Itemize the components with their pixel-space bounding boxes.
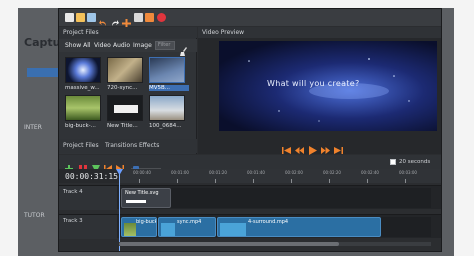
timeline-header: 00:00:31:15 00:00:40 00:01:00 00:01:20 0… <box>59 169 441 183</box>
ruler-tick-label: 00:02:20 <box>323 170 341 175</box>
host-page-title: Captu <box>24 36 61 49</box>
filter-input[interactable]: Filter <box>155 41 175 50</box>
ruler-mark <box>139 179 140 183</box>
clip-label: big-buck <box>136 219 157 225</box>
file-name: massive_w... <box>65 85 100 91</box>
snap-icon[interactable] <box>79 158 87 173</box>
clip-thumbnail <box>126 200 146 203</box>
file-thumbnail-selected[interactable] <box>149 57 185 83</box>
video-preview-title: Video Preview <box>198 27 441 38</box>
file-name: New Title... <box>107 123 138 129</box>
file-name: 100_0684... <box>149 123 182 129</box>
rewind-icon[interactable] <box>295 140 304 154</box>
clip-label: 4-surround.mp4 <box>248 219 289 225</box>
timeline-toolbar: 20 seconds <box>59 155 441 173</box>
playhead-line[interactable] <box>119 169 120 251</box>
ruler-mark <box>405 179 406 183</box>
main-toolbar <box>59 9 441 28</box>
fast-forward-icon[interactable] <box>321 140 330 154</box>
ruler-mark <box>329 179 330 183</box>
zoom-checkbox[interactable] <box>390 159 396 165</box>
previous-marker-icon[interactable] <box>104 158 112 173</box>
track-name: Track 3 <box>59 215 117 239</box>
record-icon[interactable] <box>157 13 166 22</box>
jump-start-icon[interactable] <box>282 140 291 154</box>
clip-thumbnail <box>161 223 175 236</box>
filter-show-all[interactable]: Show All <box>65 42 91 49</box>
timeline-clip[interactable]: sync.mp4 <box>158 217 216 237</box>
file-thumbnail[interactable] <box>65 95 101 121</box>
file-name: 720-sync... <box>107 85 138 91</box>
zoom-slider[interactable] <box>131 158 161 172</box>
host-side-label: TUTOR <box>24 212 45 219</box>
filter-image[interactable]: Image <box>133 42 152 49</box>
import-icon[interactable] <box>134 13 143 22</box>
timeline-clip[interactable]: New Title.svg <box>121 188 171 208</box>
ruler-mark <box>215 179 216 183</box>
ruler-tick-label: 00:01:40 <box>247 170 265 175</box>
clip-thumbnail <box>124 223 136 236</box>
next-marker-icon[interactable] <box>116 158 124 173</box>
timeline-scrollbar[interactable] <box>119 242 431 246</box>
play-icon[interactable] <box>308 140 317 155</box>
filter-marker-icon[interactable] <box>92 158 100 173</box>
ruler-mark <box>177 179 178 183</box>
file-thumbnail[interactable] <box>107 57 143 83</box>
zoom-label: 20 seconds <box>399 159 431 165</box>
clip-thumbnail <box>220 223 246 236</box>
save-icon[interactable] <box>87 13 96 22</box>
file-thumbnail[interactable] <box>149 95 185 121</box>
filter-video[interactable]: Video <box>94 42 111 49</box>
video-preview-panel: Video Preview What will you create? <box>198 27 441 155</box>
video-preview-canvas[interactable]: What will you create? <box>219 41 437 131</box>
host-side-label: INTER <box>24 124 42 131</box>
ruler-tick-label: 00:01:00 <box>171 170 189 175</box>
ruler-mark <box>367 179 368 183</box>
file-thumbnail[interactable] <box>107 95 143 121</box>
ruler-tick-label: 00:03:00 <box>399 170 417 175</box>
panel-tabs: Project Files Transitions Effects <box>59 139 197 153</box>
undo-icon[interactable] <box>99 13 108 26</box>
add-track-icon[interactable] <box>65 158 73 173</box>
track-name: Track 4 <box>59 186 117 210</box>
openshot-window: Project Files Show All Video Audio Image… <box>58 8 442 252</box>
tab-effects[interactable]: Effects <box>139 142 159 149</box>
jump-end-icon[interactable] <box>334 140 343 154</box>
project-files-title: Project Files <box>59 27 197 38</box>
timeline-clip[interactable]: 4-surround.mp4 <box>217 217 381 237</box>
time-ruler[interactable]: 00:00:40 00:01:00 00:01:20 00:01:40 00:0… <box>119 169 441 183</box>
clip-label: New Title.svg <box>125 190 159 196</box>
ruler-tick-label: 00:02:00 <box>285 170 303 175</box>
ruler-mark <box>291 179 292 183</box>
new-project-icon[interactable] <box>65 13 74 22</box>
tab-project-files[interactable]: Project Files <box>63 142 99 149</box>
file-name-selected: MV5B... <box>149 85 189 91</box>
clear-filter-icon[interactable] <box>180 41 188 56</box>
add-track-icon[interactable] <box>122 13 131 28</box>
track-row: Track 3 big-buck sync.mp4 4-surround.mp4 <box>59 214 441 239</box>
redo-icon[interactable] <box>110 13 119 26</box>
timeline-clip[interactable]: big-buck <box>121 217 157 237</box>
ruler-mark <box>253 179 254 183</box>
file-thumbnail[interactable] <box>65 57 101 83</box>
clip-label: sync.mp4 <box>177 219 202 225</box>
preview-overlay-text: What will you create? <box>267 79 360 88</box>
track-row: Track 4 New Title.svg <box>59 185 441 210</box>
ruler-tick-label: 00:00:40 <box>133 170 151 175</box>
open-icon[interactable] <box>76 13 85 22</box>
timecode-display: 00:00:31:15 <box>65 172 118 181</box>
project-files-panel: Project Files Show All Video Audio Image… <box>59 27 197 154</box>
ruler-tick-label: 00:02:40 <box>361 170 379 175</box>
filter-audio[interactable]: Audio <box>113 42 130 49</box>
export-icon[interactable] <box>145 13 154 22</box>
filter-row: Show All Video Audio Image Filter <box>59 39 197 56</box>
ruler-tick-label: 00:01:20 <box>209 170 227 175</box>
tab-transitions[interactable]: Transitions <box>105 142 137 149</box>
file-name: big-buck-... <box>65 123 96 129</box>
scrollbar-thumb[interactable] <box>119 242 339 246</box>
